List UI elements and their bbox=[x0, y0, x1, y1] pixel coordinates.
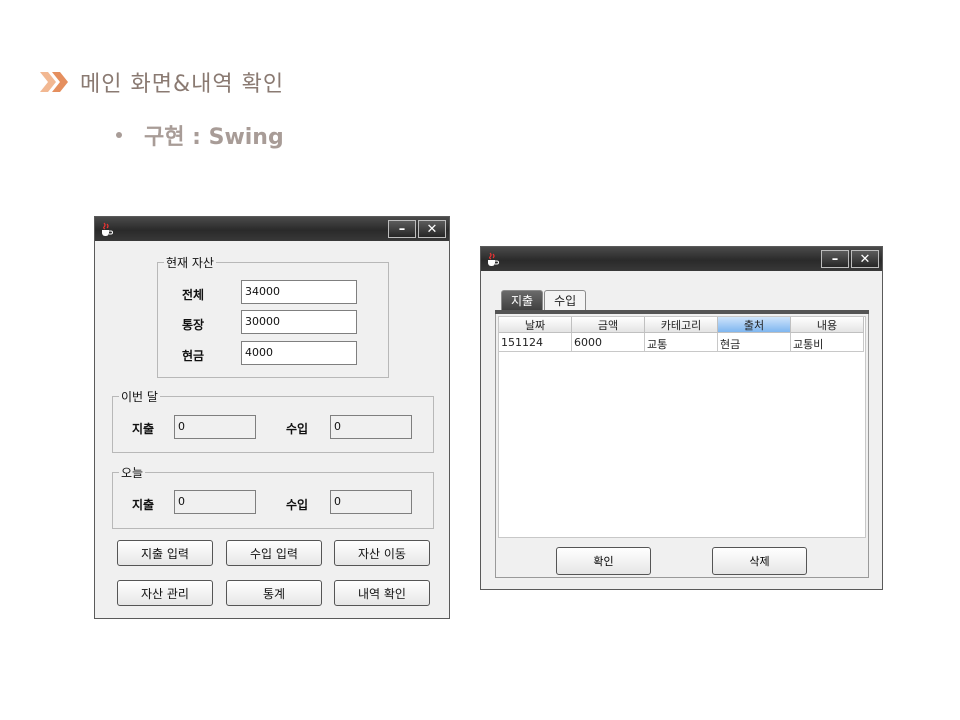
column-memo[interactable]: 내용 bbox=[791, 317, 864, 333]
cell-category: 교통 bbox=[645, 333, 718, 352]
this-month-legend: 이번 달 bbox=[119, 388, 160, 405]
slide-title-text: 메인 화면&내역 확인 bbox=[80, 72, 285, 97]
today-income-field[interactable]: 0 bbox=[330, 490, 412, 514]
month-income-field[interactable]: 0 bbox=[330, 415, 412, 439]
confirm-button[interactable]: 확인 bbox=[556, 547, 651, 575]
month-expense-field[interactable]: 0 bbox=[174, 415, 256, 439]
current-assets-legend: 현재 자산 bbox=[164, 254, 216, 271]
total-field[interactable]: 34000 bbox=[241, 280, 357, 304]
java-cup-icon bbox=[102, 222, 113, 236]
history-window-titlebar[interactable]: – ✕ bbox=[481, 247, 882, 271]
tab-income[interactable]: 수입 bbox=[544, 290, 587, 310]
minimize-icon: – bbox=[831, 251, 839, 267]
main-window-titlebar[interactable]: – ✕ bbox=[95, 217, 449, 241]
cash-label: 현금 bbox=[182, 349, 205, 363]
close-button[interactable]: ✕ bbox=[418, 220, 446, 238]
bullet-item: 구현 : Swing bbox=[116, 119, 284, 151]
column-amount[interactable]: 금액 bbox=[572, 317, 645, 333]
bullet-dot-icon bbox=[116, 132, 122, 138]
expense-input-button[interactable]: 지출 입력 bbox=[117, 540, 213, 566]
table-row[interactable]: 151124 6000 교통 현금 교통비 bbox=[499, 333, 865, 352]
minimize-button[interactable]: – bbox=[821, 250, 849, 268]
minimize-icon: – bbox=[398, 221, 406, 237]
cash-field[interactable]: 4000 bbox=[241, 341, 357, 365]
column-date[interactable]: 날짜 bbox=[499, 317, 572, 333]
history-window: – ✕ 지출 수입 날짜 금액 카테고리 출처 내용 151124 6000 교… bbox=[480, 246, 883, 590]
column-category[interactable]: 카테고리 bbox=[645, 317, 718, 333]
total-label: 전체 bbox=[182, 288, 205, 302]
cell-date: 151124 bbox=[499, 333, 572, 352]
current-assets-group: 현재 자산 전체 34000 통장 30000 현금 4000 bbox=[157, 254, 389, 378]
table-header: 날짜 금액 카테고리 출처 내용 bbox=[499, 317, 865, 333]
today-legend: 오늘 bbox=[119, 464, 146, 481]
bullet-text: 구현 : Swing bbox=[144, 125, 284, 150]
cell-source: 현금 bbox=[718, 333, 791, 352]
column-source[interactable]: 출처 bbox=[718, 317, 791, 333]
asset-management-button[interactable]: 자산 관리 bbox=[117, 580, 213, 606]
income-input-button[interactable]: 수입 입력 bbox=[226, 540, 322, 566]
cell-memo: 교통비 bbox=[791, 333, 864, 352]
this-month-group: 이번 달 지출 0 수입 0 bbox=[112, 388, 434, 453]
history-table[interactable]: 날짜 금액 카테고리 출처 내용 151124 6000 교통 현금 교통비 bbox=[498, 316, 866, 538]
month-expense-label: 지출 bbox=[132, 422, 155, 436]
history-check-button[interactable]: 내역 확인 bbox=[334, 580, 430, 606]
main-window: – ✕ 현재 자산 전체 34000 통장 30000 현금 4000 이번 달… bbox=[94, 216, 450, 619]
double-chevron-icon bbox=[40, 72, 68, 92]
expense-tab-panel: 날짜 금액 카테고리 출처 내용 151124 6000 교통 현금 교통비 확… bbox=[495, 314, 869, 578]
cell-amount: 6000 bbox=[572, 333, 645, 352]
asset-transfer-button[interactable]: 자산 이동 bbox=[334, 540, 430, 566]
month-income-label: 수입 bbox=[286, 422, 309, 436]
close-button[interactable]: ✕ bbox=[851, 250, 879, 268]
today-expense-label: 지출 bbox=[132, 498, 155, 512]
close-icon: ✕ bbox=[426, 221, 438, 237]
delete-button[interactable]: 삭제 bbox=[712, 547, 807, 575]
today-group: 오늘 지출 0 수입 0 bbox=[112, 464, 434, 529]
today-expense-field[interactable]: 0 bbox=[174, 490, 256, 514]
bank-label: 통장 bbox=[182, 318, 205, 332]
statistics-button[interactable]: 통계 bbox=[226, 580, 322, 606]
tab-bar: 지출 수입 bbox=[501, 290, 587, 310]
minimize-button[interactable]: – bbox=[388, 220, 416, 238]
java-cup-icon bbox=[488, 252, 499, 266]
tab-expense[interactable]: 지출 bbox=[501, 290, 544, 310]
today-income-label: 수입 bbox=[286, 498, 309, 512]
close-icon: ✕ bbox=[859, 251, 871, 267]
slide-title: 메인 화면&내역 확인 bbox=[38, 66, 284, 98]
bank-field[interactable]: 30000 bbox=[241, 310, 357, 334]
